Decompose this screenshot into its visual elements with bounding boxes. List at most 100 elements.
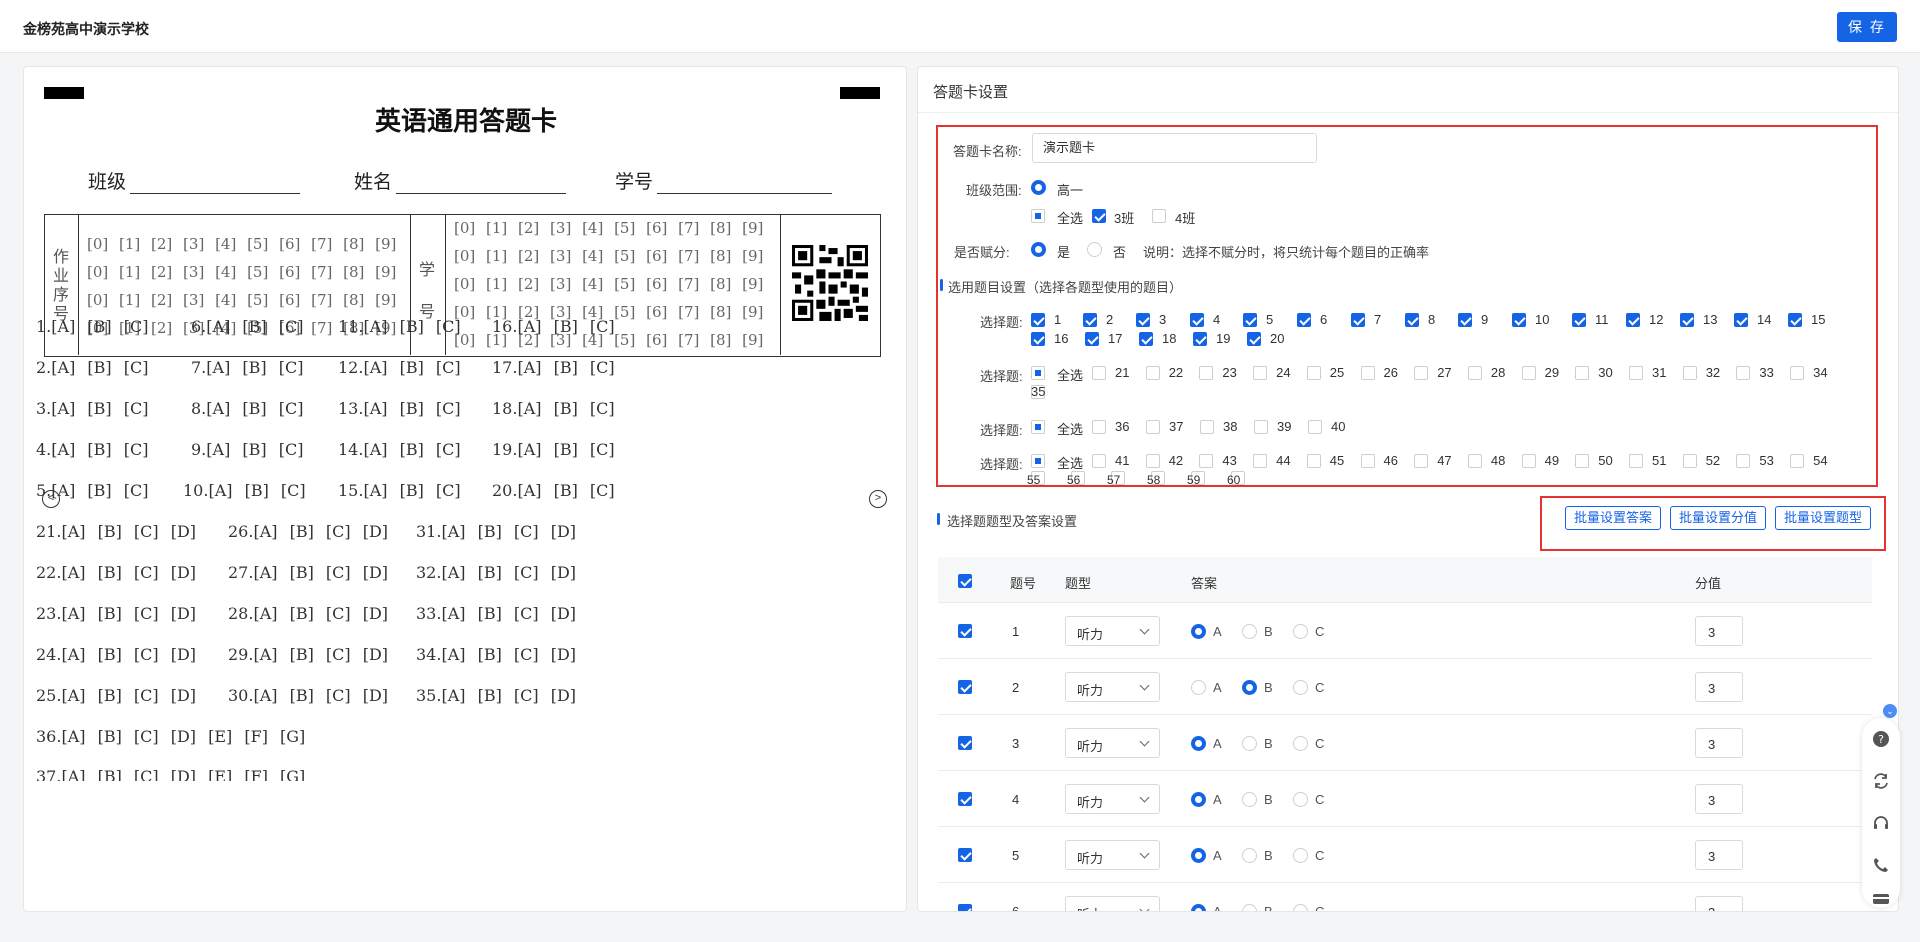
question-checkbox[interactable] [1575, 454, 1590, 468]
question-checkbox[interactable] [1790, 366, 1805, 380]
question-checkbox[interactable] [1405, 313, 1419, 327]
answer-radio-c[interactable] [1293, 624, 1308, 639]
next-page-icon[interactable]: > [869, 490, 887, 508]
batch-set-score-button[interactable]: 批量设置分值 [1670, 506, 1766, 530]
class-3-checkbox[interactable] [1092, 209, 1106, 223]
phone-icon[interactable] [1872, 856, 1890, 874]
headset-icon[interactable] [1872, 814, 1890, 832]
question-checkbox[interactable] [1199, 366, 1214, 380]
question-checkbox[interactable] [1575, 366, 1590, 380]
type-select[interactable]: 听力 [1065, 840, 1160, 870]
question-checkbox[interactable] [1414, 454, 1429, 468]
card-name-input[interactable]: 演示题卡 [1032, 133, 1317, 163]
question-checkbox[interactable] [1682, 454, 1697, 468]
question-checkbox[interactable] [1193, 332, 1207, 346]
question-checkbox[interactable] [1629, 454, 1643, 468]
answer-radio-a[interactable] [1191, 904, 1206, 911]
question-checkbox[interactable] [1031, 332, 1045, 346]
question-checkbox[interactable] [1297, 313, 1311, 327]
question-checkbox[interactable] [1031, 313, 1045, 327]
answer-radio-a[interactable] [1191, 624, 1206, 639]
answer-radio-b[interactable] [1242, 904, 1257, 911]
question-checkbox[interactable] [1146, 420, 1160, 434]
type-select[interactable]: 听力 [1065, 728, 1160, 758]
question-checkbox[interactable] [1243, 313, 1257, 327]
row-checkbox[interactable] [958, 792, 972, 806]
question-checkbox[interactable] [1247, 332, 1261, 346]
row-checkbox[interactable] [958, 736, 972, 750]
question-checkbox[interactable] [1734, 313, 1748, 327]
question-checkbox[interactable] [1145, 454, 1160, 468]
batch-set-answer-button[interactable]: 批量设置答案 [1565, 506, 1661, 530]
question-checkbox[interactable] [1351, 313, 1365, 327]
type-select[interactable]: 听力 [1065, 896, 1160, 911]
question-checkbox[interactable] [1736, 454, 1751, 468]
question-checkbox[interactable] [1253, 366, 1268, 380]
row-checkbox[interactable] [958, 624, 972, 638]
question-checkbox[interactable] [1790, 454, 1805, 468]
score-input[interactable]: 3 [1695, 616, 1743, 646]
question-checkbox[interactable] [1521, 366, 1536, 380]
row-checkbox[interactable] [958, 904, 972, 911]
group-select-all-checkbox[interactable] [1031, 366, 1045, 380]
question-checkbox[interactable] [1736, 366, 1751, 380]
card-icon[interactable] [1872, 892, 1890, 904]
question-checkbox[interactable] [1085, 332, 1099, 346]
question-checkbox[interactable] [1788, 313, 1802, 327]
prev-page-icon[interactable]: < [42, 490, 60, 508]
question-checkbox[interactable] [1458, 313, 1472, 327]
question-checkbox[interactable] [1414, 366, 1429, 380]
question-checkbox[interactable] [1680, 313, 1694, 327]
question-checkbox[interactable] [1092, 454, 1106, 468]
class-select-all-checkbox[interactable] [1031, 209, 1045, 223]
group-select-all-checkbox[interactable] [1031, 420, 1045, 434]
question-checkbox[interactable] [1136, 313, 1150, 327]
question-checkbox[interactable] [1253, 454, 1268, 468]
save-button[interactable]: 保 存 [1837, 12, 1897, 42]
class-4-checkbox[interactable] [1152, 209, 1166, 223]
question-checkbox[interactable] [1467, 454, 1482, 468]
question-checkbox[interactable] [1306, 454, 1321, 468]
question-checkbox[interactable] [1682, 366, 1697, 380]
score-input[interactable]: 3 [1695, 840, 1743, 870]
answer-radio-c[interactable] [1293, 736, 1308, 751]
score-input[interactable]: 3 [1695, 784, 1743, 814]
question-checkbox[interactable] [1199, 454, 1214, 468]
question-checkbox[interactable] [1200, 420, 1214, 434]
answer-radio-c[interactable] [1293, 848, 1308, 863]
refresh-icon[interactable] [1872, 772, 1890, 790]
question-checkbox[interactable] [1308, 420, 1322, 434]
question-checkbox[interactable] [1139, 332, 1153, 346]
question-checkbox[interactable] [1092, 420, 1106, 434]
score-input[interactable]: 3 [1695, 896, 1743, 911]
question-checkbox[interactable] [1254, 420, 1268, 434]
answer-radio-b[interactable] [1242, 680, 1257, 695]
answer-radio-b[interactable] [1242, 736, 1257, 751]
help-icon[interactable]: ? [1872, 730, 1890, 748]
type-select[interactable]: 听力 [1065, 672, 1160, 702]
answer-radio-a[interactable] [1191, 680, 1206, 695]
answer-radio-c[interactable] [1293, 680, 1308, 695]
collapse-icon[interactable]: ⌄ [1883, 704, 1897, 718]
question-checkbox[interactable] [1190, 313, 1204, 327]
question-checkbox[interactable] [1145, 366, 1160, 380]
answer-radio-a[interactable] [1191, 736, 1206, 751]
answer-radio-b[interactable] [1242, 624, 1257, 639]
question-checkbox[interactable] [1306, 366, 1321, 380]
type-select[interactable]: 听力 [1065, 784, 1160, 814]
scoring-no-radio[interactable] [1087, 242, 1102, 257]
question-checkbox[interactable] [1626, 313, 1640, 327]
question-checkbox[interactable] [1629, 366, 1643, 380]
answer-radio-a[interactable] [1191, 792, 1206, 807]
question-checkbox[interactable] [1521, 454, 1536, 468]
scoring-yes-radio[interactable] [1031, 242, 1046, 257]
score-input[interactable]: 3 [1695, 728, 1743, 758]
answer-radio-c[interactable] [1293, 904, 1308, 911]
group-select-all-checkbox[interactable] [1031, 454, 1045, 468]
row-checkbox[interactable] [958, 680, 972, 694]
question-checkbox[interactable] [1512, 313, 1526, 327]
answer-radio-b[interactable] [1242, 792, 1257, 807]
select-all-rows-checkbox[interactable] [958, 574, 972, 588]
question-checkbox[interactable] [1083, 313, 1097, 327]
grade-radio[interactable] [1031, 180, 1046, 195]
